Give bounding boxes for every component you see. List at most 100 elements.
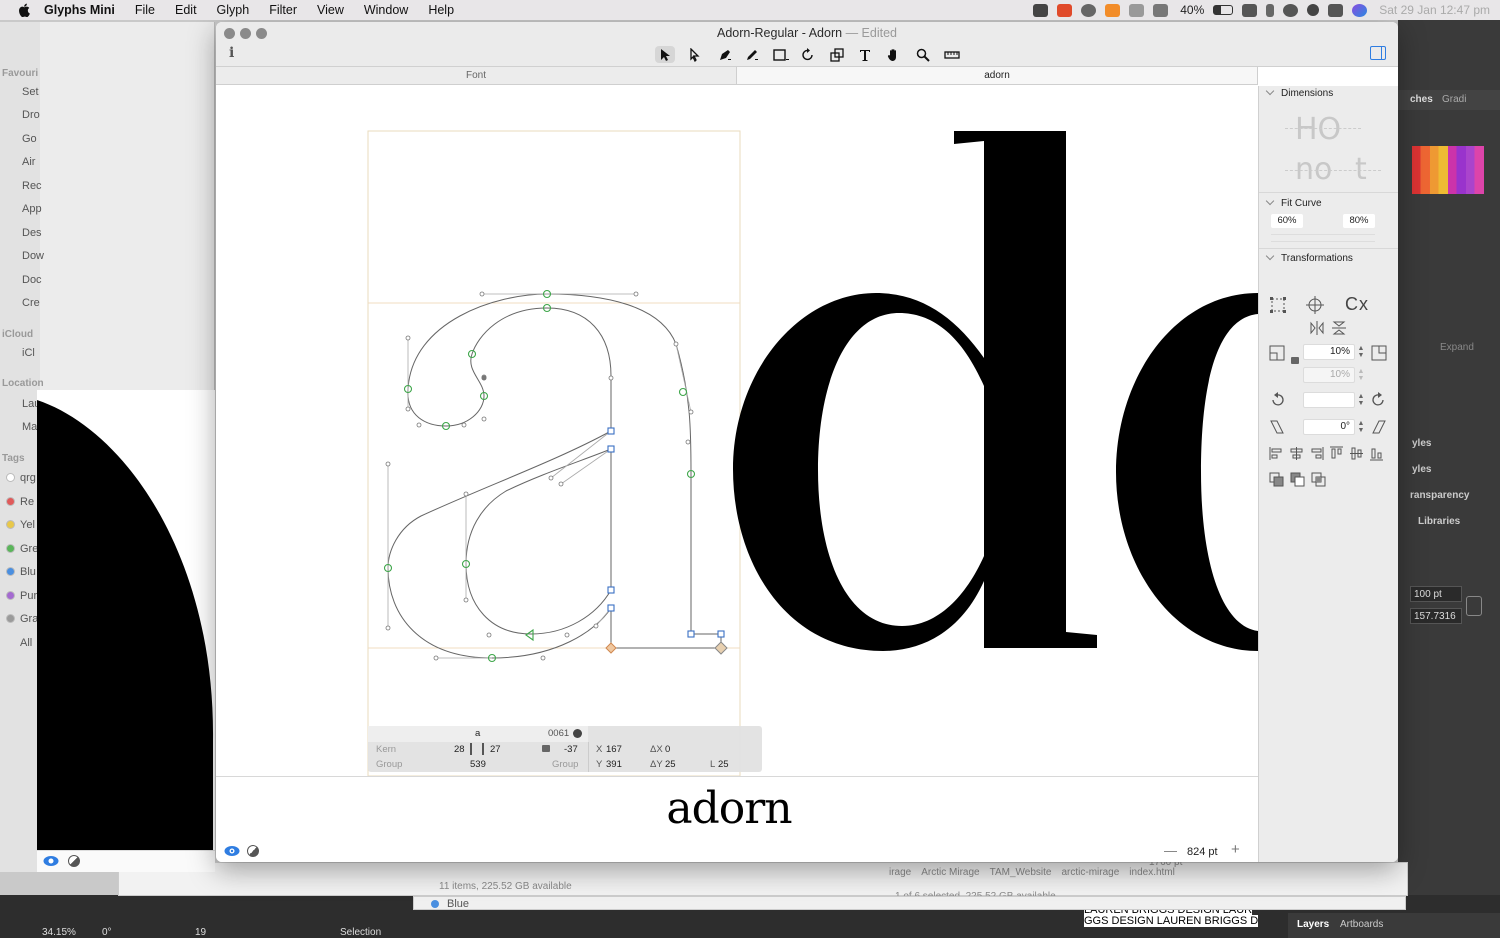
path-segment[interactable]: Arctic Mirage [921, 867, 979, 879]
menu-help[interactable]: Help [418, 0, 464, 20]
tag-item[interactable]: Pur [6, 590, 37, 602]
tag-item[interactable]: Gra [6, 613, 38, 625]
info-icon[interactable]: i [229, 45, 234, 61]
control-center-icon[interactable] [1328, 3, 1344, 17]
menu-glyph[interactable]: Glyph [207, 0, 260, 20]
slant-stepper[interactable]: ▲ ▼ [1357, 420, 1365, 434]
metrics-link-icon[interactable] [470, 743, 484, 755]
tag-item[interactable]: Blu [6, 566, 36, 578]
layers-tab[interactable]: Layers [1297, 919, 1329, 930]
preview-size[interactable]: 824 pt [1187, 846, 1218, 858]
scale-down-icon[interactable] [1269, 345, 1285, 361]
hand-tool-icon[interactable] [884, 46, 904, 63]
siri-icon[interactable] [1352, 3, 1368, 17]
sidebar-item[interactable]: iCl [22, 347, 35, 359]
flip-horizontal-icon[interactable] [1309, 320, 1325, 336]
swatch-grid[interactable] [1412, 146, 1484, 194]
edit-tool-icon[interactable] [684, 46, 704, 63]
sidebar-item[interactable]: Air [22, 156, 35, 168]
scale-y-field[interactable]: 10% [1303, 367, 1355, 383]
edit-canvas[interactable]: a 0061 Kern 28 27 -37 Group 539 Group X … [216, 86, 1258, 776]
sidebar-item[interactable]: App [22, 203, 42, 215]
slant-field[interactable]: 0° [1303, 419, 1355, 435]
length-value[interactable]: 25 [718, 759, 729, 770]
rotate-tool-icon[interactable] [798, 46, 818, 63]
artboards-tab[interactable]: Artboards [1340, 919, 1383, 930]
spotlight-icon[interactable] [1307, 4, 1320, 16]
measure-tool-icon[interactable] [942, 46, 962, 63]
scale-y-stepper[interactable]: ▲ ▼ [1357, 368, 1365, 382]
apple-menu-icon[interactable] [17, 3, 31, 17]
path-segment[interactable]: index.html [1129, 867, 1175, 879]
lock-icon[interactable] [542, 745, 550, 752]
flip-vertical-icon[interactable] [1331, 320, 1347, 336]
intersect-icon[interactable] [1311, 472, 1326, 487]
dimensions-header[interactable]: Dimensions [1267, 88, 1333, 99]
slant-left-icon[interactable] [1269, 419, 1285, 435]
menu-edit[interactable]: Edit [165, 0, 207, 20]
zoom-level[interactable]: 34.15% [42, 927, 76, 938]
y-value[interactable]: 391 [606, 759, 622, 770]
bluetooth-icon[interactable] [1266, 3, 1275, 17]
tag-item[interactable]: Re [6, 496, 34, 508]
menu-view[interactable]: View [307, 0, 354, 20]
path-segment[interactable]: arctic-mirage [1061, 867, 1119, 879]
bounding-box-icon[interactable] [1269, 296, 1287, 314]
lock-icon[interactable] [1291, 357, 1299, 364]
scale-x-field[interactable]: 10% [1303, 344, 1355, 360]
sidebar-item[interactable]: Rec [22, 180, 42, 192]
menu-app-name[interactable]: Glyphs Mini [44, 0, 125, 20]
eye-icon[interactable] [224, 845, 240, 857]
glyph-name[interactable]: a [475, 728, 480, 739]
zoom-tool-icon[interactable] [913, 46, 933, 63]
align-left-icon[interactable] [1269, 446, 1284, 461]
dx-value[interactable]: 0 [665, 744, 670, 755]
align-right-icon[interactable] [1309, 446, 1324, 461]
battery-icon[interactable] [1213, 5, 1234, 15]
time-machine-icon[interactable] [1283, 3, 1299, 17]
sidebar-item[interactable]: Doc [22, 274, 42, 286]
display-icon[interactable] [1129, 3, 1145, 17]
artboard-number[interactable]: 19 [195, 927, 206, 938]
wifi-icon[interactable] [1242, 3, 1258, 17]
zoom-out-button[interactable]: — [1164, 843, 1177, 858]
rotate-stepper[interactable]: ▲ ▼ [1357, 393, 1365, 407]
sidebar-item[interactable]: Dro [22, 109, 40, 121]
tag-label-blue[interactable]: Blue [447, 898, 469, 910]
glyph-canvas-svg[interactable] [216, 86, 1258, 776]
pencil-tool-icon[interactable] [742, 46, 762, 63]
fit-curve-header[interactable]: Fit Curve [1267, 198, 1322, 209]
sidebar-item-selected[interactable]: Des [22, 227, 42, 239]
rotate-left-icon[interactable] [1269, 392, 1285, 408]
kern-left[interactable]: 28 [454, 744, 465, 755]
extension-icon[interactable] [1057, 3, 1073, 17]
tag-item[interactable]: Gre [6, 543, 38, 555]
menu-window[interactable]: Window [354, 0, 418, 20]
stroke-field-1[interactable]: 100 pt [1410, 586, 1462, 602]
tag-item[interactable]: All [6, 637, 32, 649]
creative-cloud-icon[interactable] [1081, 3, 1097, 17]
scale-up-icon[interactable] [1371, 345, 1387, 361]
union-icon[interactable] [1269, 472, 1284, 487]
path-segment[interactable]: TAM_Website [990, 867, 1052, 879]
transformations-header[interactable]: Transformations [1267, 253, 1353, 264]
path-segment[interactable]: irage [889, 867, 911, 879]
menu-filter[interactable]: Filter [259, 0, 307, 20]
fit-curve-buttons[interactable] [1271, 234, 1375, 242]
fit-curve-min[interactable]: 60% [1271, 214, 1303, 228]
menu-file[interactable]: File [125, 0, 165, 20]
rotate-field[interactable] [1303, 392, 1355, 408]
align-middle-icon[interactable] [1349, 446, 1364, 461]
origin-icon[interactable] [1305, 295, 1325, 315]
link-icon[interactable] [1466, 596, 1482, 616]
glyph-width[interactable]: 539 [470, 759, 486, 770]
sidebar-toggle-icon[interactable] [1370, 46, 1386, 60]
preview-area[interactable]: adorn — 824 pt + [216, 776, 1258, 862]
dropbox-icon[interactable] [1033, 3, 1049, 17]
rotation-angle[interactable]: 0° [102, 927, 112, 938]
scale-x-stepper[interactable]: ▲ ▼ [1357, 345, 1365, 359]
tag-item[interactable]: Yel [6, 519, 35, 531]
sidebar-item[interactable]: Dow [22, 250, 44, 262]
gradient-tab[interactable]: Gradi [1442, 94, 1466, 105]
slant-right-icon[interactable] [1371, 419, 1387, 435]
